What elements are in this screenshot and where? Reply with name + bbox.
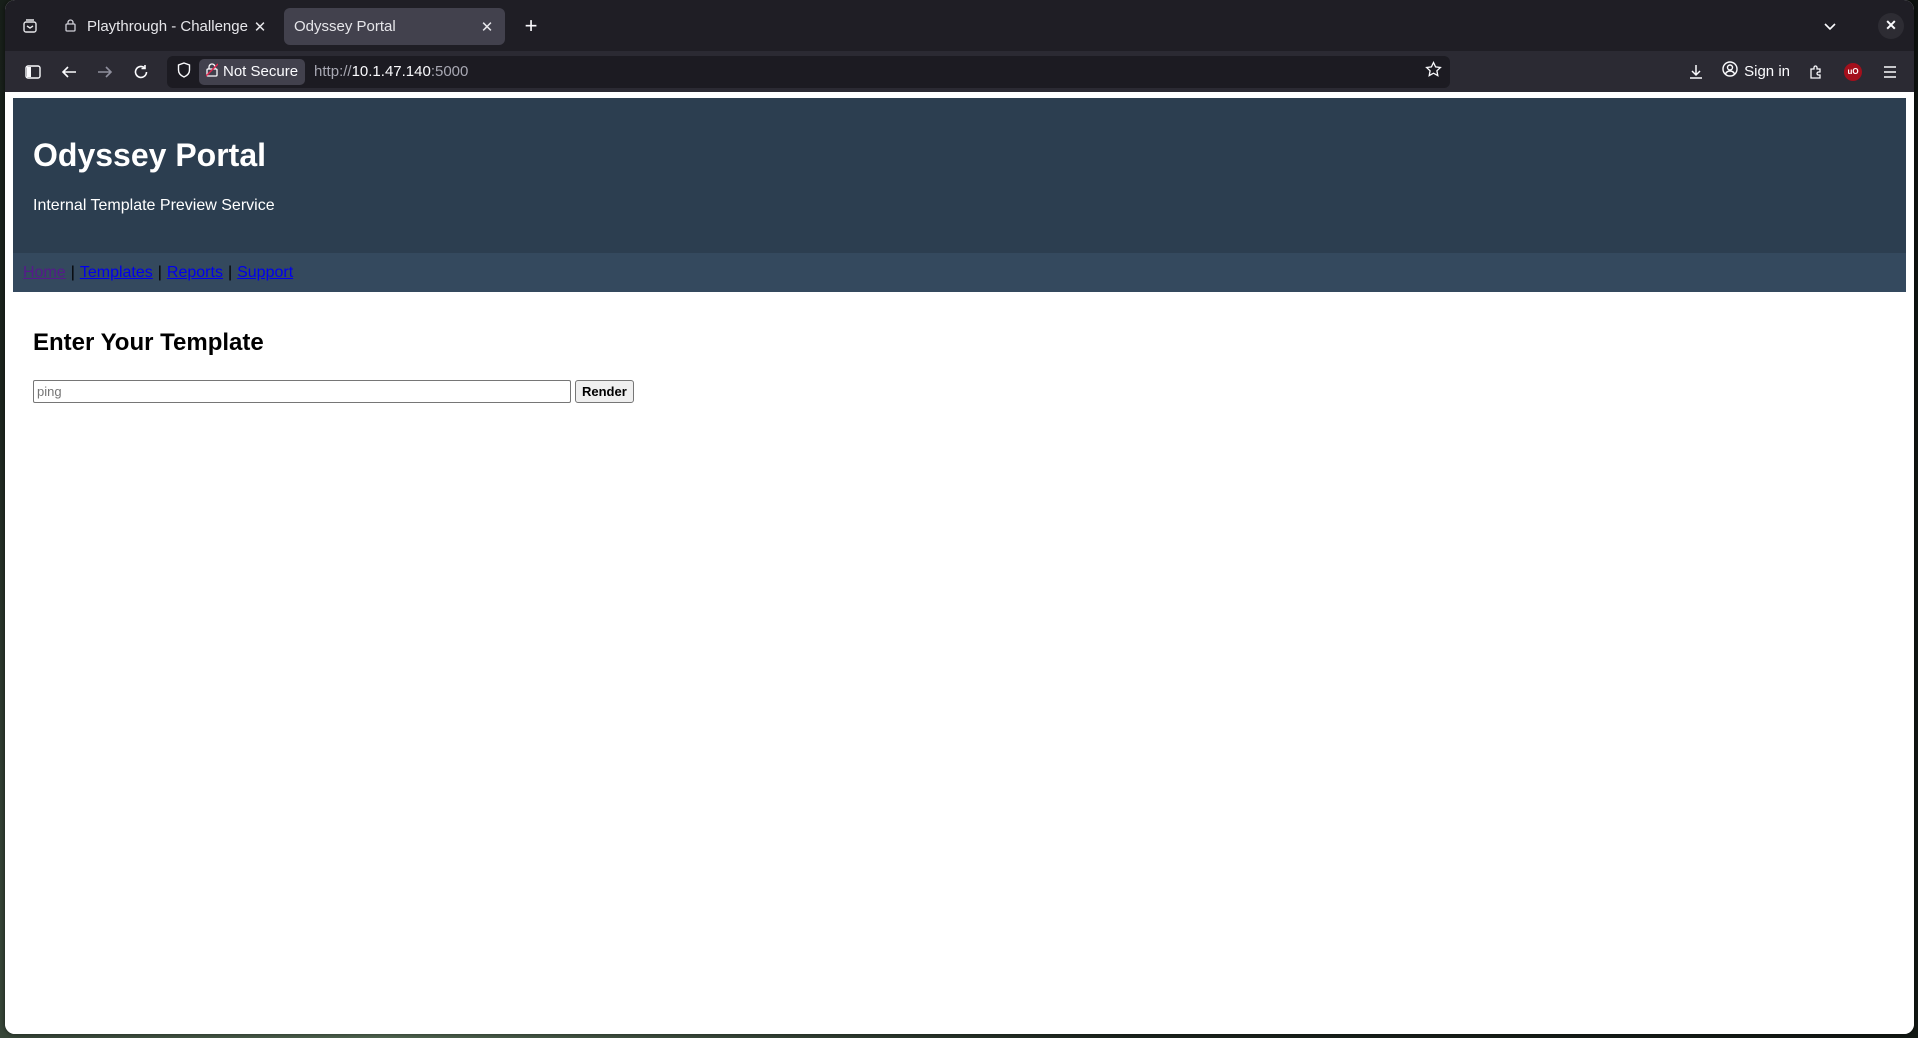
security-label: Not Secure [223, 63, 299, 80]
url-host: 10.1.47.140 [351, 63, 431, 80]
render-button[interactable]: Render [575, 380, 634, 403]
security-indicator[interactable]: Not Secure [199, 58, 306, 85]
url-text[interactable]: http://10.1.47.140:5000 [314, 63, 1416, 80]
tab-title: Odyssey Portal [294, 18, 396, 35]
back-arrow-icon[interactable] [51, 56, 87, 88]
account-icon [1722, 61, 1738, 82]
forward-arrow-icon[interactable] [87, 56, 123, 88]
nav-toolbar: Not Secure http://10.1.47.140:5000 Sign … [5, 51, 1914, 92]
chevron-down-icon[interactable] [1812, 8, 1848, 44]
nav-separator: | [70, 263, 75, 281]
browser-window: Playthrough - Challenge L ✕ Odyssey Port… [5, 0, 1914, 1034]
site-nav: Home | Templates | Reports | Support [13, 253, 1906, 292]
new-tab-button[interactable]: + [513, 8, 549, 44]
nav-link-templates[interactable]: Templates [80, 264, 153, 282]
tab-playthrough[interactable]: Playthrough - Challenge L ✕ [55, 8, 278, 45]
url-port: :5000 [430, 63, 469, 80]
nav-separator: | [157, 263, 162, 281]
page-content: Odyssey Portal Internal Template Preview… [5, 92, 1914, 1034]
nav-link-reports[interactable]: Reports [167, 264, 223, 282]
shield-icon[interactable] [171, 61, 197, 82]
nav-separator: | [227, 263, 233, 281]
close-tab-icon[interactable]: ✕ [252, 18, 268, 36]
page-subtitle: Internal Template Preview Service [33, 197, 275, 214]
lock-icon [65, 18, 79, 35]
tab-strip: Playthrough - Challenge L ✕ Odyssey Port… [5, 0, 1914, 51]
tab-list-icon[interactable] [10, 8, 50, 44]
download-icon[interactable] [1678, 56, 1714, 88]
hamburger-menu-icon[interactable] [1872, 56, 1908, 88]
template-input[interactable] [33, 380, 571, 403]
insecure-lock-icon [205, 63, 219, 80]
ublock-icon[interactable]: uO [1844, 62, 1862, 81]
star-icon[interactable] [1416, 60, 1450, 83]
reload-icon[interactable] [123, 56, 159, 88]
nav-link-home[interactable]: Home [23, 264, 66, 282]
puzzle-icon[interactable] [1798, 56, 1834, 88]
nav-link-support[interactable]: Support [237, 264, 293, 282]
tab-odyssey-portal[interactable]: Odyssey Portal ✕ [284, 8, 505, 45]
address-bar[interactable]: Not Secure http://10.1.47.140:5000 [167, 55, 1450, 88]
sign-in-label: Sign in [1744, 63, 1790, 80]
sign-in-button[interactable]: Sign in [1714, 61, 1798, 82]
close-icon[interactable]: ✕ [1878, 12, 1904, 39]
form-heading: Enter Your Template [33, 329, 264, 356]
site-header: Odyssey Portal Internal Template Preview… [13, 98, 1906, 253]
page-title: Odyssey Portal [33, 137, 266, 173]
tab-title: Playthrough - Challenge L [87, 18, 252, 35]
template-form: Render [33, 380, 634, 403]
url-prefix: http:// [314, 63, 352, 80]
close-tab-icon[interactable]: ✕ [479, 18, 495, 36]
sidebar-icon[interactable] [15, 56, 51, 88]
